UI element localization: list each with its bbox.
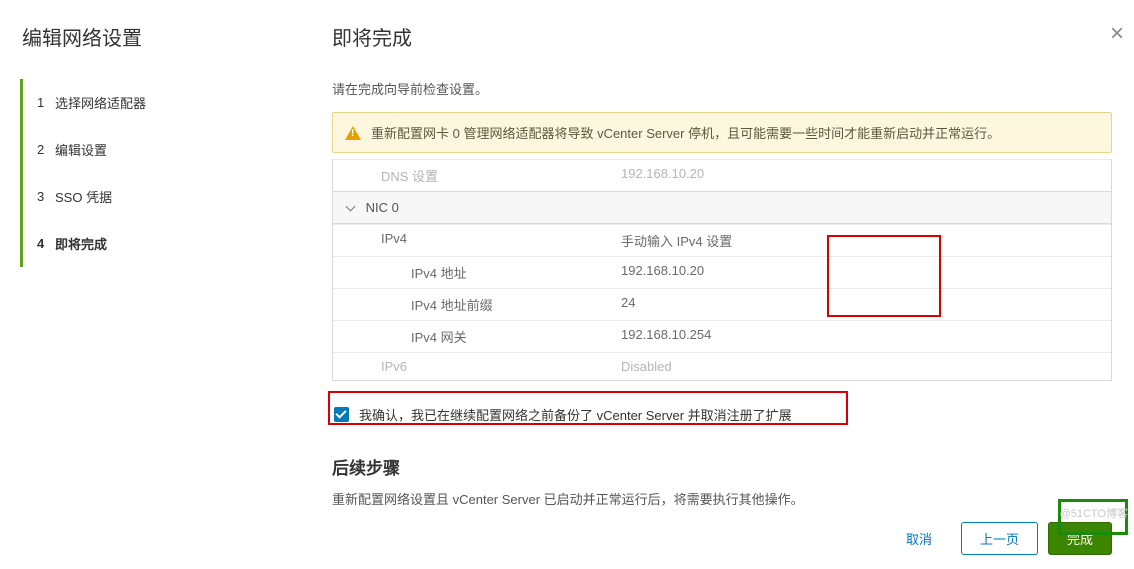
wizard-main: × 即将完成 请在完成向导前检查设置。 重新配置网卡 0 管理网络适配器将导致 … (310, 0, 1134, 543)
wizard-sidebar: 编辑网络设置 1 选择网络适配器 2 编辑设置 3 SSO 凭据 4 即将完成 (0, 0, 310, 543)
ipv4-gateway-row: IPv4 网关 192.168.10.254 (333, 320, 1111, 352)
watermark: @51CTO博客 (1060, 505, 1128, 521)
finish-button[interactable]: 完成 (1048, 522, 1112, 555)
step-list: 1 选择网络适配器 2 编辑设置 3 SSO 凭据 4 即将完成 (20, 79, 310, 267)
nic0-header[interactable]: NIC 0 (333, 191, 1111, 224)
ipv4-gateway-value: 192.168.10.254 (621, 327, 1093, 346)
confirm-row[interactable]: 我确认，我已在继续配置网络之前备份了 vCenter Server 并取消注册了… (332, 399, 1112, 430)
wizard-footer: 取消 上一页 完成 (332, 508, 1112, 569)
step-edit-settings[interactable]: 2 编辑设置 (20, 126, 310, 173)
ipv4-prefix-row: IPv4 地址前缀 24 (333, 288, 1111, 320)
page-title: 即将完成 (332, 22, 1112, 51)
confirm-checkbox[interactable] (334, 407, 349, 422)
warning-text: 重新配置网卡 0 管理网络适配器将导致 vCenter Server 停机，且可… (371, 123, 1000, 142)
warning-icon (345, 126, 361, 140)
dns-row: DNS 设置 192.168.10.20 (333, 159, 1111, 191)
confirm-label: 我确认，我已在继续配置网络之前备份了 vCenter Server 并取消注册了… (359, 405, 792, 424)
ipv6-row: IPv6 Disabled (333, 352, 1111, 380)
step-sso-credentials[interactable]: 3 SSO 凭据 (20, 173, 310, 220)
ipv4-prefix-value: 24 (621, 295, 1093, 314)
chevron-down-icon (346, 202, 356, 212)
next-steps-desc: 重新配置网络设置且 vCenter Server 已启动并正常运行后，将需要执行… (332, 489, 1112, 508)
close-icon[interactable]: × (1110, 20, 1124, 48)
step-ready-to-complete[interactable]: 4 即将完成 (20, 220, 310, 267)
ipv4-address-row: IPv4 地址 192.168.10.20 (333, 256, 1111, 288)
previous-button[interactable]: 上一页 (961, 522, 1038, 555)
cancel-button[interactable]: 取消 (887, 522, 951, 555)
wizard-title: 编辑网络设置 (20, 22, 310, 51)
page-subtitle: 请在完成向导前检查设置。 (332, 79, 1112, 98)
ipv4-address-value: 192.168.10.20 (621, 263, 1093, 282)
warning-banner: 重新配置网卡 0 管理网络适配器将导致 vCenter Server 停机，且可… (332, 112, 1112, 153)
ipv4-row: IPv4 手动输入 IPv4 设置 (333, 224, 1111, 256)
step-select-adapter[interactable]: 1 选择网络适配器 (20, 79, 310, 126)
settings-panel: DNS 设置 192.168.10.20 NIC 0 IPv4 手动输入 IPv… (332, 159, 1112, 381)
next-steps-title: 后续步骤 (332, 454, 1112, 479)
